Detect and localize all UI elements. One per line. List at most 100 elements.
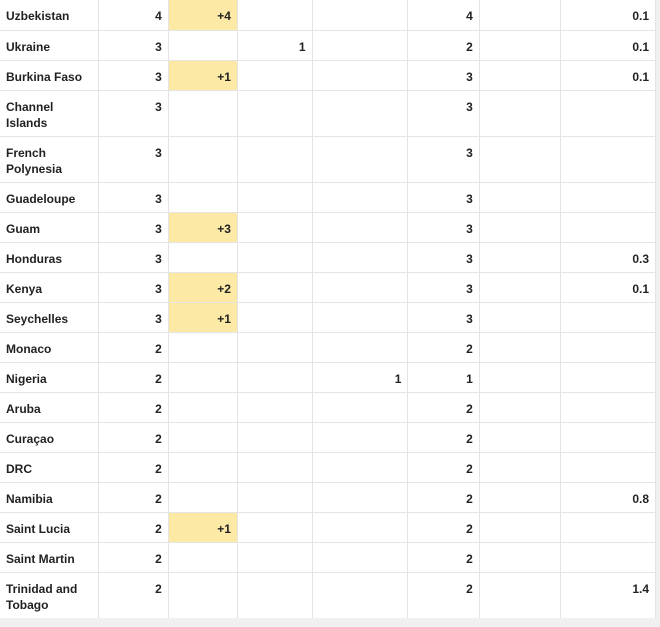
total-deaths-cell bbox=[237, 572, 313, 618]
new-deaths-cell bbox=[312, 136, 409, 183]
new-cases-cell bbox=[168, 362, 238, 393]
serious-cases-cell bbox=[479, 362, 562, 393]
new-deaths-cell bbox=[312, 0, 409, 31]
total-deaths-cell bbox=[237, 392, 313, 423]
country-cell: Uzbekistan bbox=[0, 0, 99, 31]
cases-per-million-cell bbox=[560, 422, 656, 453]
serious-cases-cell bbox=[479, 60, 562, 91]
table-row: Namibia 2 2 0.8 bbox=[0, 482, 656, 513]
cases-per-million-cell: 0.1 bbox=[560, 60, 656, 91]
serious-cases-cell bbox=[479, 422, 562, 453]
country-cell: Guadeloupe bbox=[0, 182, 99, 213]
total-deaths-cell bbox=[237, 482, 313, 513]
table-row: Aruba 2 2 bbox=[0, 392, 656, 423]
serious-cases-cell bbox=[479, 242, 562, 273]
total-deaths-cell bbox=[237, 302, 313, 333]
country-cell: DRC bbox=[0, 452, 99, 483]
table-row: Guam 3 +3 3 bbox=[0, 212, 656, 243]
active-cases-cell: 3 bbox=[407, 242, 480, 273]
new-deaths-cell bbox=[312, 422, 409, 453]
total-cases-cell: 3 bbox=[98, 136, 169, 183]
serious-cases-cell bbox=[479, 332, 562, 363]
active-cases-cell: 2 bbox=[407, 30, 480, 61]
new-cases-cell bbox=[168, 482, 238, 513]
total-cases-cell: 2 bbox=[98, 392, 169, 423]
cases-per-million-cell: 1.4 bbox=[560, 572, 656, 618]
total-deaths-cell bbox=[237, 452, 313, 483]
total-cases-cell: 2 bbox=[98, 482, 169, 513]
table-body: Uzbekistan 4 +4 4 0.1 Ukraine 3 1 2 0.1 Burkina Fa… bbox=[0, 0, 656, 618]
total-deaths-cell: 1 bbox=[237, 30, 313, 61]
total-deaths-cell bbox=[237, 182, 313, 213]
new-deaths-cell bbox=[312, 302, 409, 333]
cases-per-million-cell bbox=[560, 332, 656, 363]
country-cell: Namibia bbox=[0, 482, 99, 513]
total-cases-cell: 4 bbox=[98, 0, 169, 31]
serious-cases-cell bbox=[479, 452, 562, 483]
active-cases-cell: 3 bbox=[407, 90, 480, 137]
table-row: Saint Lucia 2 +1 2 bbox=[0, 512, 656, 543]
active-cases-cell: 2 bbox=[407, 422, 480, 453]
country-cell: French Polynesia bbox=[0, 136, 99, 183]
new-cases-cell: +3 bbox=[168, 212, 238, 243]
country-cell: Curaçao bbox=[0, 422, 99, 453]
total-cases-cell: 3 bbox=[98, 272, 169, 303]
new-cases-cell: +1 bbox=[168, 302, 238, 333]
serious-cases-cell bbox=[479, 512, 562, 543]
country-cell: Burkina Faso bbox=[0, 60, 99, 91]
new-cases-cell bbox=[168, 182, 238, 213]
total-cases-cell: 2 bbox=[98, 422, 169, 453]
cases-per-million-cell: 0.1 bbox=[560, 0, 656, 31]
serious-cases-cell bbox=[479, 90, 562, 137]
country-cell: Honduras bbox=[0, 242, 99, 273]
active-cases-cell: 2 bbox=[407, 332, 480, 363]
new-deaths-cell bbox=[312, 512, 409, 543]
cases-per-million-cell bbox=[560, 512, 656, 543]
cases-per-million-cell bbox=[560, 452, 656, 483]
serious-cases-cell bbox=[479, 182, 562, 213]
serious-cases-cell bbox=[479, 0, 562, 31]
new-deaths-cell bbox=[312, 90, 409, 137]
active-cases-cell: 3 bbox=[407, 60, 480, 91]
active-cases-cell: 2 bbox=[407, 452, 480, 483]
active-cases-cell: 3 bbox=[407, 136, 480, 183]
new-cases-cell: +1 bbox=[168, 60, 238, 91]
total-cases-cell: 2 bbox=[98, 542, 169, 573]
total-deaths-cell bbox=[237, 0, 313, 31]
stats-table-viewport[interactable]: Uzbekistan 4 +4 4 0.1 Ukraine 3 1 2 0.1 Burkina Fa… bbox=[0, 0, 656, 618]
cases-per-million-cell bbox=[560, 392, 656, 423]
total-deaths-cell bbox=[237, 332, 313, 363]
active-cases-cell: 3 bbox=[407, 302, 480, 333]
cases-per-million-cell bbox=[560, 182, 656, 213]
active-cases-cell: 3 bbox=[407, 212, 480, 243]
new-cases-cell bbox=[168, 90, 238, 137]
active-cases-cell: 2 bbox=[407, 392, 480, 423]
table-row: Burkina Faso 3 +1 3 0.1 bbox=[0, 60, 656, 91]
new-deaths-cell bbox=[312, 182, 409, 213]
country-cell: Trinidad and Tobago bbox=[0, 572, 99, 618]
table-row: Curaçao 2 2 bbox=[0, 422, 656, 453]
new-deaths-cell bbox=[312, 242, 409, 273]
new-cases-cell bbox=[168, 542, 238, 573]
serious-cases-cell bbox=[479, 482, 562, 513]
country-cell: Nigeria bbox=[0, 362, 99, 393]
cases-per-million-cell bbox=[560, 302, 656, 333]
total-deaths-cell bbox=[237, 542, 313, 573]
new-deaths-cell bbox=[312, 60, 409, 91]
active-cases-cell: 2 bbox=[407, 542, 480, 573]
new-deaths-cell bbox=[312, 30, 409, 61]
table-row: Seychelles 3 +1 3 bbox=[0, 302, 656, 333]
total-deaths-cell bbox=[237, 90, 313, 137]
total-cases-cell: 3 bbox=[98, 242, 169, 273]
total-cases-cell: 3 bbox=[98, 182, 169, 213]
cases-per-million-cell bbox=[560, 136, 656, 183]
total-cases-cell: 2 bbox=[98, 362, 169, 393]
new-cases-cell bbox=[168, 392, 238, 423]
new-cases-cell bbox=[168, 242, 238, 273]
cases-per-million-cell bbox=[560, 542, 656, 573]
total-cases-cell: 3 bbox=[98, 60, 169, 91]
new-deaths-cell bbox=[312, 572, 409, 618]
country-cell: Ukraine bbox=[0, 30, 99, 61]
active-cases-cell: 4 bbox=[407, 0, 480, 31]
cases-per-million-cell: 0.1 bbox=[560, 30, 656, 61]
